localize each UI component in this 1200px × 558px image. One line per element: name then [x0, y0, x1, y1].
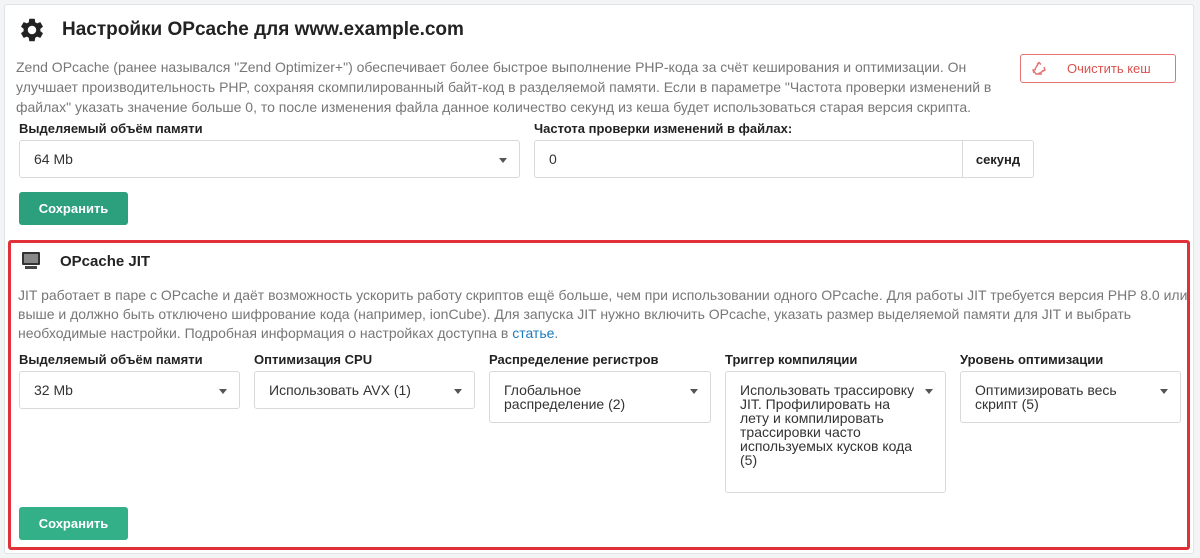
jit-description-end: .: [554, 325, 559, 341]
save-jit-button[interactable]: Сохранить: [19, 507, 128, 540]
gear-icon: [18, 16, 46, 44]
save-opcache-button[interactable]: Сохранить: [19, 192, 128, 225]
clear-cache-button[interactable]: Очистить кеш: [1020, 54, 1176, 83]
chevron-down-icon: [454, 389, 462, 394]
monitor-icon: [20, 249, 42, 274]
jit-header: OPcache JIT: [20, 249, 150, 274]
memory-select-value: 64 Mb: [34, 151, 73, 167]
chevron-down-icon: [1160, 389, 1168, 394]
cpu-optimization-value: Использовать AVX (1): [269, 382, 411, 398]
revalidate-label: Частота проверки изменений в файлах:: [534, 121, 793, 136]
register-allocation-value: Глобальное распределение (2): [504, 382, 626, 412]
trigger-value: Использовать трассировку JIT. Профилиров…: [740, 382, 915, 468]
jit-memory-select[interactable]: 32 Mb: [19, 371, 240, 409]
optimization-level-label: Уровень оптимизации: [960, 352, 1104, 367]
register-allocation-label: Распределение регистров: [489, 352, 659, 367]
page-title: Настройки OPcache для www.example.com: [62, 19, 464, 40]
chevron-down-icon: [499, 158, 507, 163]
opcache-description: Zend OPcache (ранее назывался "Zend Opti…: [16, 59, 992, 115]
memory-select[interactable]: 64 Mb: [19, 140, 520, 178]
recycle-icon: [1031, 61, 1047, 77]
chevron-down-icon: [925, 389, 933, 394]
memory-label: Выделяемый объём памяти: [19, 121, 203, 136]
chevron-down-icon: [690, 389, 698, 394]
revalidate-input-value: 0: [549, 151, 557, 167]
article-link[interactable]: статье: [512, 325, 554, 341]
revalidate-input[interactable]: 0: [534, 140, 963, 178]
cpu-optimization-label: Оптимизация CPU: [254, 352, 373, 367]
clear-cache-label: Очистить кеш: [1067, 61, 1151, 76]
optimization-level-value: Оптимизировать весь скрипт (5): [975, 382, 1117, 412]
jit-memory-value: 32 Mb: [34, 382, 73, 398]
jit-description: JIT работает в паре с OPcache и даёт воз…: [18, 286, 1188, 343]
jit-memory-label: Выделяемый объём памяти: [19, 352, 203, 367]
cpu-optimization-select[interactable]: Использовать AVX (1): [254, 371, 475, 409]
trigger-select[interactable]: Использовать трассировку JIT. Профилиров…: [725, 371, 946, 493]
register-allocation-select[interactable]: Глобальное распределение (2): [489, 371, 711, 423]
opcache-header: Настройки OPcache для www.example.com: [18, 16, 464, 44]
optimization-level-select[interactable]: Оптимизировать весь скрипт (5): [960, 371, 1181, 423]
trigger-label: Триггер компиляции: [725, 352, 858, 367]
jit-title: OPcache JIT: [60, 253, 151, 270]
jit-description-text: JIT работает в паре с OPcache и даёт воз…: [18, 287, 1188, 341]
chevron-down-icon: [219, 389, 227, 394]
revalidate-unit: секунд: [963, 140, 1034, 178]
